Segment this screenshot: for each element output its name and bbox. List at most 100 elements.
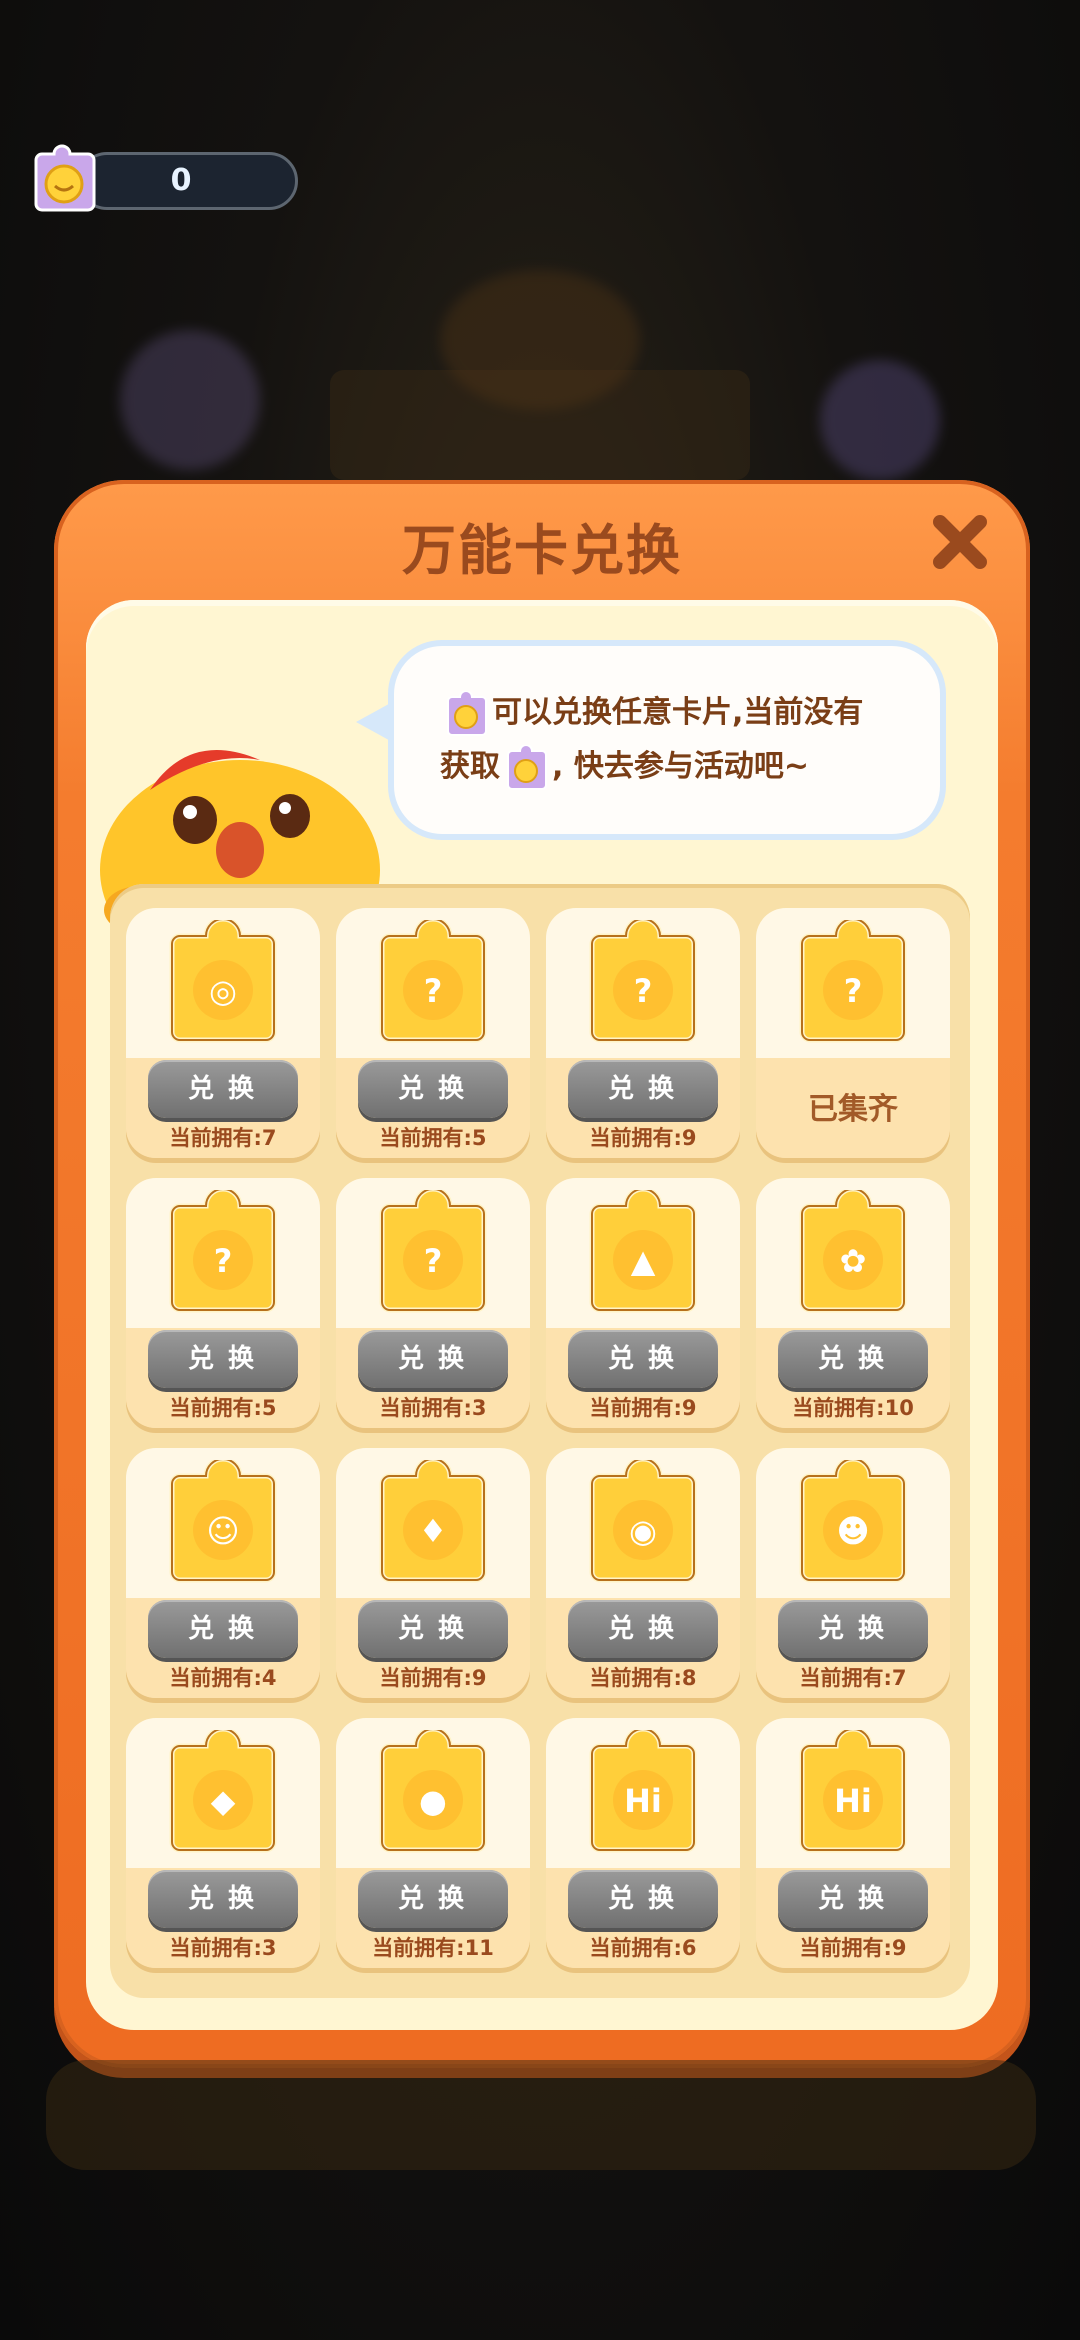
cow-card-icon: ? [798, 916, 908, 1044]
card-cell: ▲ 兑换当前拥有:9 [546, 1178, 740, 1428]
background-bottom-bar [46, 2060, 1036, 2170]
exchange-button[interactable]: 兑换 [148, 1870, 298, 1928]
svg-text:◆: ◆ [211, 1782, 236, 1820]
svg-text:?: ? [214, 1242, 233, 1280]
close-icon[interactable] [930, 512, 990, 572]
exchange-button[interactable]: 兑换 [568, 1330, 718, 1388]
svg-text:◉: ◉ [629, 1512, 657, 1550]
tea-stall-card-icon: ? [588, 916, 698, 1044]
exchange-button[interactable]: 兑换 [358, 1330, 508, 1388]
chick-card-icon: ♦ [378, 1456, 488, 1584]
svg-text:?: ? [844, 972, 863, 1010]
flower-wreath-card-icon: ? [378, 1186, 488, 1314]
exchange-button[interactable]: 兑换 [148, 1060, 298, 1118]
svg-text:Hi: Hi [624, 1782, 662, 1820]
hi-sign-sparkle-card-icon: Hi [798, 1726, 908, 1854]
card-grid: ◎ 兑换 当前拥有:7? 兑换 当前拥有:5? 兑换 当前拥有:9? 已集齐? 兑换 当前拥有:5… [126, 908, 958, 1988]
bubble-line-2-prefix: 获取 [440, 749, 500, 784]
exchange-button[interactable]: 兑换 [358, 1600, 508, 1658]
owned-count: 当前拥有:3 [379, 1396, 487, 1420]
bubble-line-2: 获取 , 快去参与活动吧~ [440, 740, 920, 794]
bubble-line-2-suffix: , 快去参与活动吧~ [552, 749, 809, 784]
svg-text:Hi: Hi [834, 1782, 872, 1820]
card-cell: ? 已集齐 [756, 908, 950, 1158]
exchange-button[interactable]: 兑换 [568, 1060, 718, 1118]
owned-count: 当前拥有:9 [589, 1126, 697, 1150]
modal-title: 万能卡兑换 [402, 519, 682, 582]
card-cell: ◆ 兑换当前拥有:3 [126, 1718, 320, 1968]
card-cell: ♦ 兑换当前拥有:9 [336, 1448, 530, 1698]
bubble-line-1: 可以兑换任意卡片,当前没有 [440, 686, 920, 740]
blue-knight-card-icon: ◆ [168, 1726, 278, 1854]
card-cell: ? 兑换当前拥有:5 [126, 1178, 320, 1428]
flower-charm-card-icon: ✿ [798, 1186, 908, 1314]
counter-pill: 0 [78, 152, 298, 210]
owned-count: 当前拥有:7 [799, 1666, 907, 1690]
svg-text:☻: ☻ [836, 1512, 869, 1550]
pagoda-card-icon: ▲ [588, 1186, 698, 1314]
svg-text:♦: ♦ [419, 1512, 448, 1550]
owned-count: 当前拥有:6 [589, 1936, 697, 1960]
card-cell: ? 兑换当前拥有:9 [546, 908, 740, 1158]
owned-count: 当前拥有:3 [169, 1936, 277, 1960]
owned-count: 当前拥有:11 [372, 1936, 494, 1960]
collected-label: 已集齐 [808, 1092, 898, 1127]
exchange-button[interactable]: 兑换 [148, 1600, 298, 1658]
card-cell: ? 兑换当前拥有:3 [336, 1178, 530, 1428]
svg-text:✿: ✿ [840, 1242, 867, 1280]
universal-card-counter: 0 [28, 144, 298, 214]
universal-card-icon [34, 144, 96, 212]
card-cell: Hi 兑换当前拥有:9 [756, 1718, 950, 1968]
exchange-button[interactable]: 兑换 [358, 1060, 508, 1118]
card-cell: Hi 兑换当前拥有:6 [546, 1718, 740, 1968]
pink-fish-card-icon: ◉ [588, 1456, 698, 1584]
bg-roof [440, 270, 640, 410]
hi-sign-card-icon: Hi [588, 1726, 698, 1854]
card-cell: ? 兑换当前拥有:5 [336, 908, 530, 1158]
bubble-text: 可以兑换任意卡片,当前没有 获取 , 快去参与活动吧~ [440, 686, 920, 794]
speech-bubble: 可以兑换任意卡片,当前没有 获取 , 快去参与活动吧~ [388, 640, 946, 840]
svg-text:?: ? [424, 972, 443, 1010]
owned-count: 当前拥有:4 [169, 1666, 277, 1690]
heart-arch-card-icon: ? [168, 1186, 278, 1314]
card-cell: ◉ 兑换当前拥有:8 [546, 1448, 740, 1698]
exchange-button[interactable]: 兑换 [148, 1330, 298, 1388]
owned-count: 当前拥有:9 [799, 1936, 907, 1960]
owned-count: 当前拥有:7 [169, 1126, 277, 1150]
svg-text:?: ? [634, 972, 653, 1010]
exchange-button[interactable]: 兑换 [568, 1600, 718, 1658]
owned-count: 当前拥有:5 [169, 1396, 277, 1420]
lucky-cat-card-icon: ☺ [168, 1456, 278, 1584]
exchange-button[interactable]: 兑换 [358, 1870, 508, 1928]
exchange-button[interactable]: 兑换 [778, 1330, 928, 1388]
owned-count: 当前拥有:8 [589, 1666, 697, 1690]
carousel-card-icon: ◎ [168, 916, 278, 1044]
owned-count: 当前拥有:5 [379, 1126, 487, 1150]
bg-balloon [120, 330, 260, 470]
card-cell: ☺ 兑换当前拥有:4 [126, 1448, 320, 1698]
counter-value: 0 [170, 163, 192, 198]
exchange-button[interactable]: 兑换 [568, 1870, 718, 1928]
owned-count: 当前拥有:10 [792, 1396, 914, 1420]
exchange-button[interactable]: 兑换 [778, 1600, 928, 1658]
red-hat-kid-card-icon: ☻ [798, 1456, 908, 1584]
bear-card-icon: ● [378, 1726, 488, 1854]
card-grid-panel: ◎ 兑换 当前拥有:7? 兑换 当前拥有:5? 兑换 当前拥有:9? 已集齐? 兑换 当前拥有:5… [110, 884, 970, 1998]
card-cell: ✿ 兑换当前拥有:10 [756, 1178, 950, 1428]
universal-card-icon [507, 744, 547, 790]
universal-card-icon [447, 690, 487, 736]
wreath-bear-card-icon: ? [378, 916, 488, 1044]
svg-text:?: ? [424, 1242, 443, 1280]
svg-text:●: ● [419, 1782, 447, 1820]
card-cell: ☻ 兑换当前拥有:7 [756, 1448, 950, 1698]
svg-text:▲: ▲ [631, 1242, 656, 1280]
bg-balloon [820, 360, 940, 480]
exchange-button[interactable]: 兑换 [778, 1870, 928, 1928]
owned-count: 当前拥有:9 [589, 1396, 697, 1420]
card-cell: ● 兑换当前拥有:11 [336, 1718, 530, 1968]
svg-text:◎: ◎ [209, 972, 237, 1010]
owned-count: 当前拥有:9 [379, 1666, 487, 1690]
bubble-line-1-text: 可以兑换任意卡片,当前没有 [492, 695, 864, 730]
svg-text:☺: ☺ [206, 1512, 239, 1550]
card-cell: ◎ 兑换当前拥有:7 [126, 908, 320, 1158]
